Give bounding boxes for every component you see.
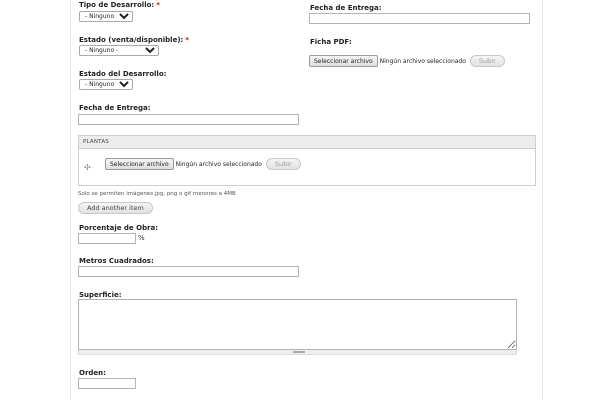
tipo-desarrollo-select[interactable]: - Ninguno - — [79, 11, 133, 22]
plantas-file-widget: Seleccionar archivo Ningún archivo selec… — [105, 158, 301, 170]
plantas-table: PLANTAS ✣ Seleccionar archivo Ningún arc… — [78, 135, 536, 186]
fecha-entrega-left-label: Fecha de Entrega: — [79, 104, 151, 112]
orden-input[interactable] — [78, 378, 136, 389]
required-mark: * — [156, 1, 160, 9]
fecha-entrega-left-input[interactable] — [78, 114, 299, 125]
plantas-upload-button[interactable]: Subir — [265, 158, 301, 170]
estado-venta-label: Estado (venta/disponible): * — [79, 36, 189, 44]
superficie-label: Superficie: — [79, 291, 122, 299]
porcentaje-obra-label: Porcentaje de Obra: — [79, 224, 159, 232]
orden-label: Orden: — [79, 369, 106, 377]
page-border-right — [542, 0, 543, 400]
plantas-no-file-text: Ningún archivo seleccionado — [175, 160, 262, 168]
ficha-pdf-no-file-text: Ningún archivo seleccionado — [379, 57, 466, 65]
required-mark: * — [185, 36, 190, 44]
tipo-desarrollo-label: Tipo de Desarrollo: * — [79, 1, 160, 9]
estado-venta-select[interactable]: - Ninguno - — [79, 45, 159, 56]
porcentaje-obra-input[interactable] — [78, 233, 136, 244]
plantas-help-text: Solo se permiten imágenes jpg, png o gif… — [78, 191, 236, 197]
plantas-choose-file-button[interactable]: Seleccionar archivo — [105, 158, 174, 170]
ficha-pdf-file-widget: Seleccionar archivo Ningún archivo selec… — [309, 55, 505, 67]
textarea-resize-grip[interactable] — [78, 350, 517, 355]
page-border-left — [70, 0, 71, 400]
plantas-header: PLANTAS — [79, 136, 535, 149]
fecha-entrega-right-input[interactable] — [309, 13, 530, 24]
tipo-desarrollo-label-text: Tipo de Desarrollo: — [79, 1, 155, 9]
metros-cuadrados-label: Metros Cuadrados: — [79, 257, 154, 265]
metros-cuadrados-input[interactable] — [78, 266, 299, 277]
fecha-entrega-right-label: Fecha de Entrega: — [310, 4, 382, 12]
grip-lines-icon — [293, 351, 305, 353]
ficha-pdf-upload-button[interactable]: Subir — [469, 55, 505, 67]
ficha-pdf-label: Ficha PDF: — [310, 38, 352, 46]
estado-desarrollo-select[interactable]: - Ninguno - — [79, 79, 133, 90]
estado-venta-label-text: Estado (venta/disponible): — [79, 36, 184, 44]
drag-handle-icon[interactable]: ✣ — [84, 163, 91, 172]
percent-suffix: % — [138, 234, 145, 242]
estado-desarrollo-label: Estado del Desarrollo: — [79, 70, 167, 78]
ficha-pdf-choose-file-button[interactable]: Seleccionar archivo — [309, 55, 378, 67]
superficie-textarea[interactable] — [78, 299, 517, 350]
add-another-item-button[interactable]: Add another item — [78, 202, 153, 214]
